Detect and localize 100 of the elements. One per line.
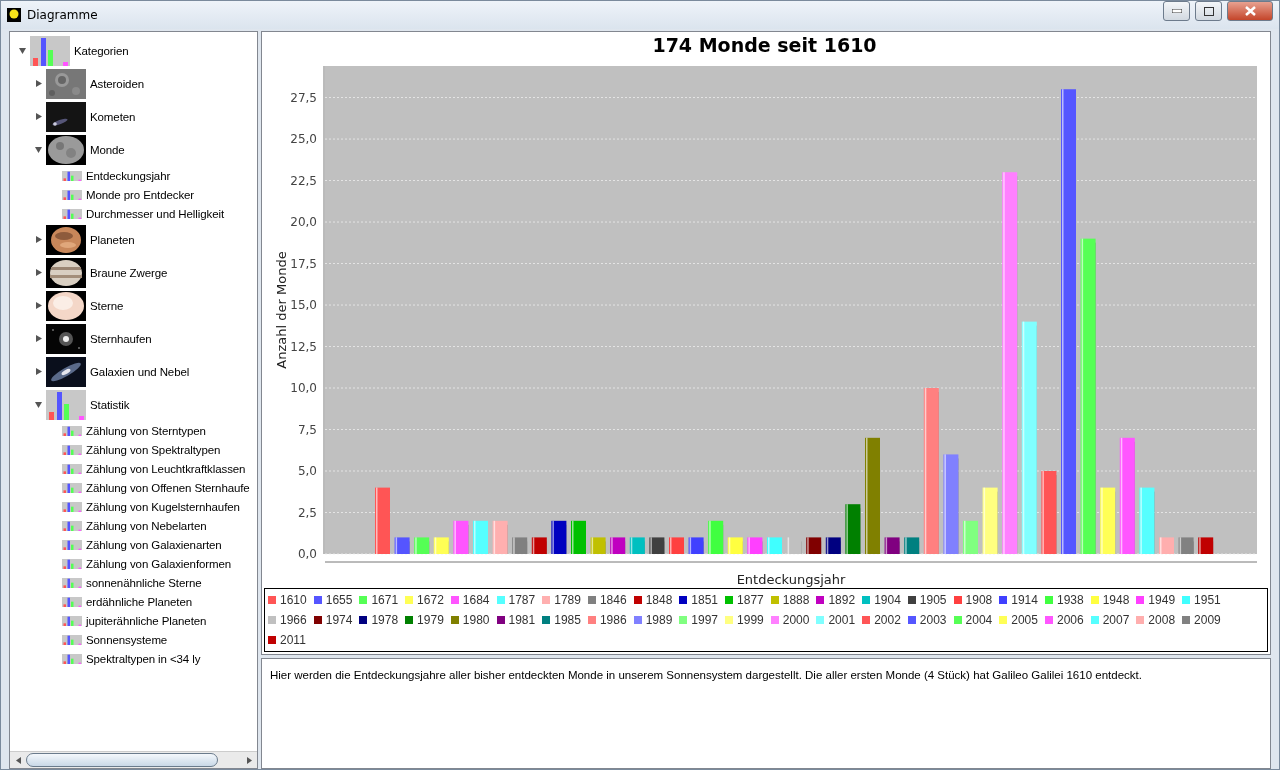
chart-icon — [62, 539, 82, 550]
close-button[interactable] — [1227, 1, 1273, 21]
chart-icon — [62, 425, 82, 436]
scroll-left-icon[interactable] — [15, 756, 21, 764]
tick-label: 0,0 — [297, 547, 317, 561]
tree-item[interactable]: Durchmesser und Helligkeit — [86, 207, 224, 220]
legend-item: 1846 — [587, 591, 627, 609]
tree-item[interactable]: erdähnliche Planeten — [86, 595, 193, 608]
tree-item[interactable]: sonnenähnliche Sterne — [86, 576, 202, 589]
chart-icon — [62, 634, 82, 645]
legend-item: 1888 — [770, 591, 810, 609]
chart-icon — [62, 208, 82, 219]
legend-item: 1951 — [1182, 591, 1221, 609]
maximize-button[interactable] — [1195, 1, 1222, 21]
tree-item[interactable]: Zählung von Nebelarten — [86, 519, 207, 532]
tree-item[interactable]: jupiterähnliche Planeten — [86, 614, 207, 627]
legend-item: 1851 — [679, 591, 719, 609]
tree-item[interactable]: Zählung von Galaxienformen — [86, 557, 232, 570]
legend-item: 1908 — [953, 591, 993, 609]
legend-item: 1997 — [679, 611, 719, 629]
legend-item: 1989 — [633, 611, 673, 629]
legend-item: 1948 — [1090, 591, 1130, 609]
legend-item: 2004 — [953, 611, 993, 629]
tree-item[interactable]: Zählung von Offenen Sternhaufe — [86, 481, 250, 494]
tick-label: 5,0 — [297, 464, 317, 478]
legend-item: 1892 — [816, 591, 856, 609]
chart-icon — [30, 35, 70, 66]
chart-icon — [62, 558, 82, 569]
tree-item[interactable]: Asteroiden — [90, 77, 144, 90]
chart-icon — [62, 444, 82, 455]
legend-item: 1905 — [907, 591, 947, 609]
legend-item: 1684 — [450, 591, 490, 609]
axis-title: Anzahl der Monde — [274, 251, 289, 369]
expand-arrow-icon[interactable] — [34, 302, 42, 309]
legend-item: 1978 — [359, 611, 399, 629]
scrollbar-thumb[interactable] — [26, 753, 218, 767]
legend-item: 1974 — [313, 611, 353, 629]
tree-item[interactable]: Monde pro Entdecker — [86, 188, 195, 201]
collapse-arrow-icon[interactable] — [18, 47, 26, 54]
legend-item: 2003 — [907, 611, 947, 629]
legend-item: 1999 — [725, 611, 764, 629]
app-icon — [7, 8, 21, 22]
chart-icon — [62, 170, 82, 181]
expand-arrow-icon[interactable] — [34, 335, 42, 342]
tree-item[interactable]: Zählung von Kugelsternhaufen — [86, 500, 240, 513]
legend-item: 1980 — [450, 611, 490, 629]
tree-item[interactable]: Kometen — [90, 110, 136, 123]
collapse-arrow-icon[interactable] — [34, 401, 42, 408]
chart-icon — [62, 596, 82, 607]
tree-item[interactable]: Statistik — [90, 398, 130, 411]
tree-item[interactable]: Kategorien — [74, 44, 129, 57]
chart-icon — [62, 615, 82, 626]
tree-item[interactable]: Zählung von Leuchtkraftklassen — [86, 462, 246, 475]
tree-item[interactable]: Monde — [90, 143, 125, 156]
tree-item[interactable]: Entdeckungsjahr — [86, 169, 171, 182]
legend-item: 2001 — [816, 611, 856, 629]
tree-item[interactable]: Zählung von Galaxienarten — [86, 538, 222, 551]
close-icon — [1244, 6, 1256, 16]
legend-item: 1985 — [542, 611, 581, 629]
expand-arrow-icon[interactable] — [34, 269, 42, 276]
tick-label: 2,5 — [297, 505, 317, 520]
legend-item: 1789 — [542, 591, 581, 609]
expand-arrow-icon[interactable] — [34, 236, 42, 243]
legend-item: 2002 — [862, 611, 901, 629]
legend-item: 1610 — [268, 591, 307, 609]
legend-item: 1671 — [359, 591, 399, 609]
tree-item[interactable]: Braune Zwerge — [90, 266, 168, 279]
legend-item: 1938 — [1044, 591, 1084, 609]
legend-item: 1949 — [1136, 591, 1176, 609]
legend-item: 1787 — [496, 591, 536, 609]
collapse-arrow-icon[interactable] — [34, 146, 42, 153]
tree-item[interactable]: Galaxien und Nebel — [90, 365, 190, 378]
tree-item[interactable]: Zählung von Spektraltypen — [86, 443, 221, 456]
minimize-button[interactable] — [1163, 1, 1190, 21]
chart-icon — [62, 577, 82, 588]
expand-arrow-icon[interactable] — [34, 80, 42, 87]
scroll-right-icon[interactable] — [246, 756, 252, 764]
tree-item[interactable]: Sternhaufen — [90, 332, 152, 345]
expand-arrow-icon[interactable] — [34, 368, 42, 375]
legend-item: 1914 — [999, 591, 1038, 609]
legend-item: 1877 — [725, 591, 764, 609]
tree-item[interactable]: Spektraltypen in <34 ly — [86, 652, 201, 665]
legend-item: 2008 — [1136, 611, 1176, 629]
tree-item[interactable]: Sterne — [90, 299, 124, 312]
tick-label: 12,5 — [290, 339, 317, 354]
chart-icon — [62, 501, 82, 512]
chart-icon — [46, 389, 86, 420]
legend-item: 1848 — [633, 591, 673, 609]
tree-item[interactable]: Zählung von Sterntypen — [86, 424, 206, 437]
legend-item: 1966 — [268, 611, 307, 629]
legend-item: 2011 — [268, 631, 306, 649]
tree-item[interactable]: Sonnensysteme — [86, 633, 168, 646]
legend-item: 1655 — [313, 591, 353, 609]
tick-label: 20,0 — [290, 215, 317, 230]
tick-label: 7,5 — [297, 422, 317, 437]
tree-item[interactable]: Planeten — [90, 233, 135, 246]
chart-title: 174 Monde seit 1610 — [652, 34, 877, 56]
legend-item: 1981 — [496, 611, 536, 629]
expand-arrow-icon[interactable] — [34, 113, 42, 120]
minimize-icon — [1171, 9, 1182, 13]
